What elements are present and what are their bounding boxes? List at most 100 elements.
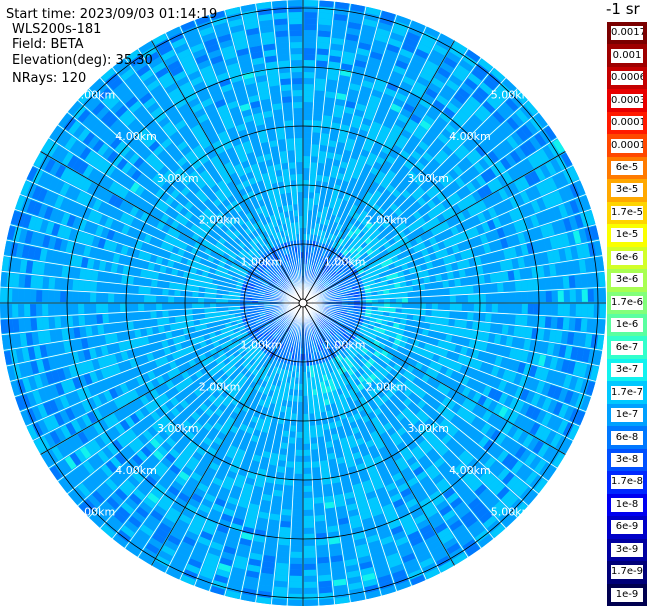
range-gate xyxy=(304,545,315,552)
range-gate xyxy=(281,84,291,92)
range-gate xyxy=(279,72,291,80)
range-gate xyxy=(437,303,444,310)
range-gate xyxy=(315,412,321,420)
range-gate xyxy=(293,503,303,510)
range-gate xyxy=(157,325,165,333)
range-gate xyxy=(96,293,103,303)
range-gate xyxy=(150,311,157,319)
range-gate xyxy=(162,281,170,289)
range-gate xyxy=(18,304,25,317)
range-gate xyxy=(304,563,316,570)
range-gate xyxy=(443,303,450,311)
range-gate xyxy=(276,42,289,50)
range-gate xyxy=(317,556,330,564)
range-gate xyxy=(169,275,177,283)
range-gate xyxy=(138,295,145,303)
range-gate xyxy=(78,292,85,303)
range-gate xyxy=(120,284,127,293)
range-gate xyxy=(126,312,133,321)
range-gate xyxy=(581,304,588,317)
range-gate xyxy=(12,319,20,333)
range-gate xyxy=(274,435,282,443)
range-gate xyxy=(84,303,91,314)
range-gate xyxy=(277,48,289,56)
range-gate xyxy=(30,275,38,288)
range-gate xyxy=(279,526,291,534)
range-gate xyxy=(479,313,486,322)
range-gate xyxy=(449,311,456,319)
range-gate xyxy=(298,383,303,390)
range-gate xyxy=(400,313,408,319)
range-gate xyxy=(303,377,307,384)
range-gate xyxy=(291,72,303,79)
range-gate xyxy=(448,319,456,327)
range-gate xyxy=(292,401,298,408)
range-gate xyxy=(280,156,288,164)
range-gate xyxy=(290,425,296,432)
range-gate xyxy=(114,303,121,313)
range-gate xyxy=(304,0,318,7)
range-gate xyxy=(319,592,333,600)
range-gate xyxy=(297,192,303,199)
range-gate xyxy=(273,157,281,165)
range-gate xyxy=(318,442,326,450)
range-gate xyxy=(443,311,450,318)
range-gate xyxy=(365,303,372,307)
range-gate xyxy=(109,323,117,333)
range-gate xyxy=(325,441,333,449)
range-gate xyxy=(303,240,306,247)
range-gate xyxy=(313,120,322,127)
range-gate xyxy=(324,97,335,105)
range-gate xyxy=(562,317,570,330)
range-gate xyxy=(303,102,313,109)
range-gate xyxy=(274,580,288,588)
range-gate xyxy=(24,318,32,331)
range-gate xyxy=(304,569,317,576)
range-gate xyxy=(126,303,133,312)
range-gate xyxy=(294,473,303,480)
range-gate xyxy=(303,467,312,474)
range-gate xyxy=(0,272,8,287)
range-gate xyxy=(277,550,289,558)
range-gate xyxy=(489,323,497,333)
range-gate xyxy=(294,216,299,223)
range-gate xyxy=(72,315,80,327)
range-gate xyxy=(36,304,43,316)
range-gate xyxy=(91,325,99,336)
range-gate xyxy=(6,273,14,287)
range-gate xyxy=(308,401,314,408)
range-gate xyxy=(150,319,158,327)
range-gate xyxy=(150,295,157,303)
range-gate xyxy=(270,91,281,99)
range-gate xyxy=(303,114,313,121)
range-gate xyxy=(466,320,473,329)
range-gate xyxy=(96,314,103,324)
range-gate xyxy=(520,315,528,326)
range-gate xyxy=(314,192,320,200)
range-gate xyxy=(304,557,316,564)
range-gate xyxy=(204,303,211,308)
range-gate xyxy=(294,126,303,133)
range-gate xyxy=(174,296,181,303)
range-gate xyxy=(294,467,303,474)
range-gate xyxy=(283,491,293,498)
range-gate xyxy=(292,84,303,91)
range-gate xyxy=(152,326,160,335)
range-gate xyxy=(545,304,552,315)
range-gate xyxy=(303,174,310,181)
range-gate xyxy=(538,316,546,328)
range-gate xyxy=(270,452,279,460)
range-gate xyxy=(284,120,293,127)
range-gate xyxy=(303,210,308,217)
range-gate xyxy=(326,446,335,454)
range-gate xyxy=(296,174,303,181)
range-gate xyxy=(278,544,290,552)
range-gate xyxy=(303,192,309,199)
range-gate xyxy=(275,429,283,437)
range-gate xyxy=(174,303,181,310)
range-gate xyxy=(108,283,115,293)
range-gate xyxy=(319,12,333,20)
range-gate xyxy=(377,303,384,307)
range-gate xyxy=(6,319,14,333)
range-gate xyxy=(275,169,283,177)
